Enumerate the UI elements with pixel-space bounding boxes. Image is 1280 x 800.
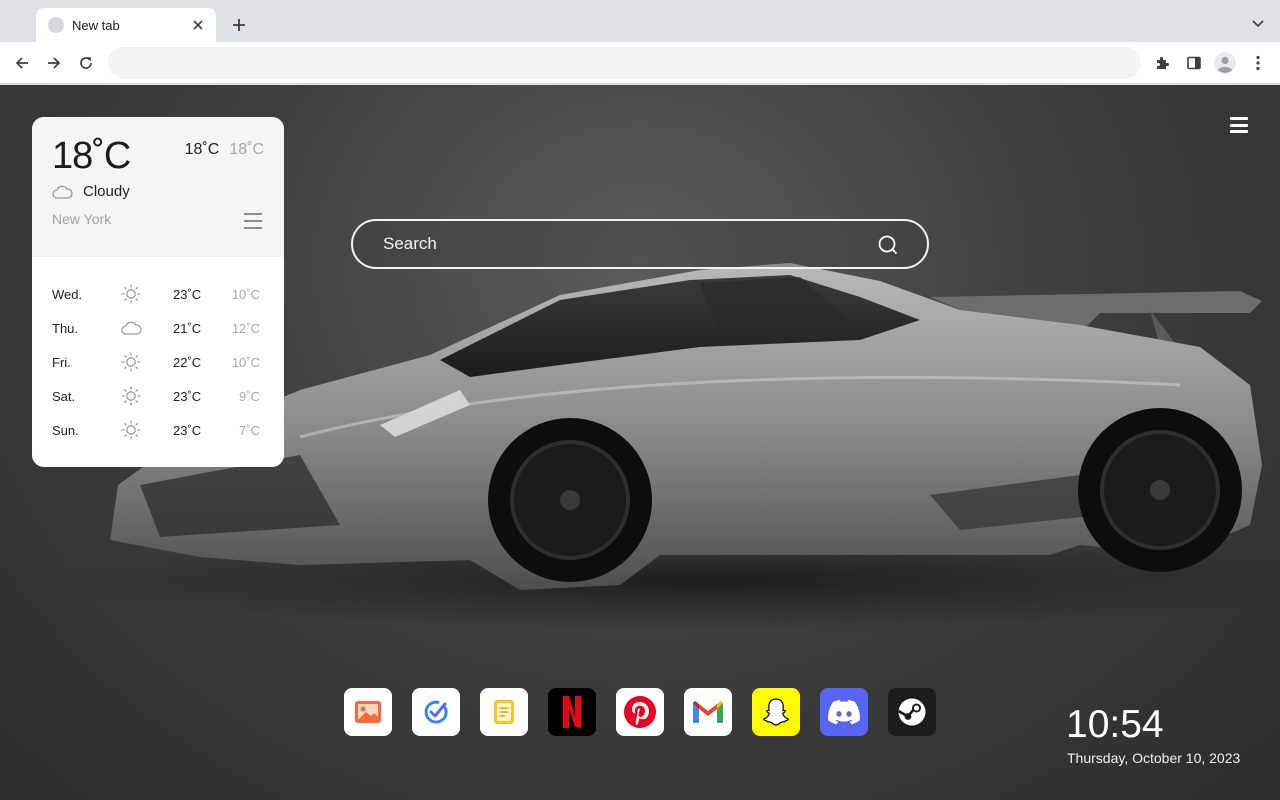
pinterest-icon [624, 696, 656, 728]
forecast-high: 23˚C [173, 389, 202, 404]
weather-current: 18˚C 18˚C 18˚C Cloudy New York [32, 117, 284, 257]
menu-bar-icon [1230, 130, 1248, 133]
netflix-icon [563, 696, 581, 728]
sun-icon [121, 386, 141, 406]
note-icon [494, 700, 514, 724]
list-bar-icon [244, 220, 262, 222]
forecast-low: 7˚C [239, 423, 260, 438]
forecast-day: Fri. [52, 355, 71, 370]
today-high-low: 18˚C 18˚C [185, 141, 264, 159]
profile-button[interactable] [1213, 51, 1237, 75]
dock-notes[interactable] [480, 688, 528, 736]
dock-photos[interactable] [344, 688, 392, 736]
page-menu-button[interactable] [1226, 113, 1252, 137]
forecast-low: 9˚C [239, 389, 260, 404]
forecast-row: Fri. 22˚C 10˚C [32, 345, 284, 379]
dock-steam[interactable] [888, 688, 936, 736]
dock-netflix[interactable] [548, 688, 596, 736]
arrow-left-icon [15, 57, 28, 69]
dock-snapchat[interactable] [752, 688, 800, 736]
sun-icon [121, 420, 141, 440]
forecast-high: 21˚C [173, 321, 202, 336]
clock-date: Thursday, October 10, 2023 [1067, 750, 1241, 766]
tab-search-button[interactable] [1248, 14, 1268, 34]
cloud-icon [121, 321, 142, 335]
image-icon [355, 701, 381, 723]
puzzle-icon [1157, 57, 1169, 69]
side-panel-icon [1187, 56, 1201, 70]
chevron-down-icon [1252, 20, 1264, 28]
tab-title: New tab [72, 17, 120, 33]
check-icon [424, 700, 448, 724]
reload-button[interactable] [74, 51, 98, 75]
discord-icon [828, 700, 860, 725]
tab-favicon-icon [48, 17, 64, 33]
search-icon[interactable] [877, 234, 899, 256]
address-bar[interactable] [108, 47, 1141, 79]
new-tab-button[interactable] [226, 12, 252, 38]
forecast-high: 23˚C [173, 287, 202, 302]
forecast-low: 10˚C [231, 355, 260, 370]
forward-button[interactable] [42, 51, 66, 75]
cloud-icon [52, 185, 73, 199]
forecast-list: Wed. 23˚C 10˚C Thu. 21˚C 12˚C Fri. 22˚C … [32, 277, 284, 447]
kebab-icon [1256, 55, 1260, 71]
weather-list-button[interactable] [244, 213, 262, 229]
tab-close-button[interactable] [190, 17, 206, 33]
weather-city: New York [52, 211, 112, 227]
new-tab-page: 18˚C 18˚C 18˚C Cloudy New York Wed. [0, 85, 1280, 800]
avatar-icon [1214, 52, 1236, 74]
forecast-day: Sun. [52, 423, 79, 438]
extensions-button[interactable] [1150, 51, 1174, 75]
arrow-right-icon [48, 57, 61, 69]
list-bar-icon [244, 213, 262, 215]
menu-bar-icon [1230, 123, 1248, 127]
browser-toolbar [0, 42, 1280, 84]
search-box [351, 219, 929, 269]
tab-strip: New tab [0, 0, 1280, 42]
forecast-day: Thu. [52, 321, 79, 336]
back-button[interactable] [10, 51, 34, 75]
reload-icon [80, 57, 92, 69]
today-low: 18˚C [229, 141, 264, 158]
gmail-icon [693, 701, 723, 723]
forecast-row: Sun. 23˚C 7˚C [32, 413, 284, 447]
forecast-high: 22˚C [173, 355, 202, 370]
menu-bar-icon [1230, 117, 1248, 120]
dock-pinterest[interactable] [616, 688, 664, 736]
close-icon [193, 20, 203, 30]
today-high: 18˚C [184, 141, 220, 158]
snapchat-icon [763, 698, 789, 726]
current-temperature: 18˚C [52, 135, 131, 177]
forecast-row: Sat. 23˚C 9˚C [32, 379, 284, 413]
sun-icon [121, 284, 141, 304]
search-input[interactable] [383, 221, 863, 267]
dock-gmail[interactable] [684, 688, 732, 736]
forecast-day: Wed. [52, 287, 83, 302]
forecast-day: Sat. [52, 389, 76, 404]
tab-new-tab[interactable]: New tab [36, 8, 216, 42]
list-bar-icon [244, 227, 262, 229]
sun-icon [121, 352, 141, 372]
weather-widget: 18˚C 18˚C 18˚C Cloudy New York Wed. 23˚C… [32, 117, 284, 467]
condition-row: Cloudy [52, 183, 130, 200]
side-panel-button[interactable] [1182, 51, 1206, 75]
forecast-high: 23˚C [173, 423, 202, 438]
steam-icon [897, 698, 926, 726]
clock-time: 10:54 [1066, 703, 1164, 746]
forecast-low: 12˚C [231, 321, 260, 336]
forecast-row: Thu. 21˚C 12˚C [32, 311, 284, 345]
browser-menu-button[interactable] [1246, 51, 1270, 75]
dock-tasks[interactable] [412, 688, 460, 736]
plus-icon [233, 19, 245, 31]
forecast-low: 10˚C [231, 287, 260, 302]
forecast-row: Wed. 23˚C 10˚C [32, 277, 284, 311]
dock-discord[interactable] [820, 688, 868, 736]
weather-condition: Cloudy [83, 183, 130, 200]
